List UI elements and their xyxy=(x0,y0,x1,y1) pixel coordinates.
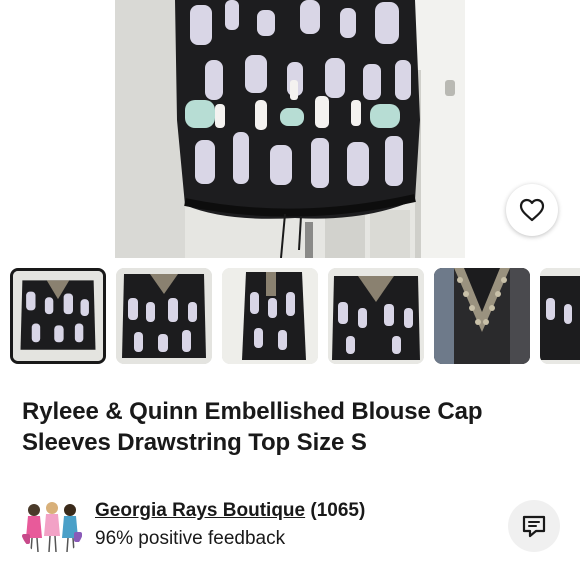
thumbnail-5-image xyxy=(434,268,530,364)
heart-outline-icon xyxy=(519,198,545,222)
thumbnail-4[interactable] xyxy=(328,268,424,364)
thumbnail-4-image xyxy=(328,268,424,364)
add-to-watchlist-button[interactable] xyxy=(506,184,558,236)
thumbnail-2-image xyxy=(116,268,212,364)
seller-name-line: Georgia Rays Boutique (1065) xyxy=(95,500,365,522)
seller-avatar[interactable] xyxy=(20,496,84,556)
product-image-area[interactable] xyxy=(0,0,580,258)
thumbnail-6[interactable] xyxy=(540,268,580,364)
thumbnail-6-image xyxy=(540,268,580,364)
thumbnail-1[interactable] xyxy=(10,268,106,364)
seller-name-link[interactable]: Georgia Rays Boutique xyxy=(95,500,305,521)
seller-avatar-image xyxy=(20,496,84,556)
thumbnail-5[interactable] xyxy=(434,268,530,364)
listing-title: Ryleee & Quinn Embellished Blouse Cap Sl… xyxy=(22,398,483,456)
seller-info: Georgia Rays Boutique (1065) 96% positiv… xyxy=(20,492,560,560)
message-icon xyxy=(522,515,546,538)
seller-feedback-count: (1065) xyxy=(310,500,366,521)
thumbnail-2[interactable] xyxy=(116,268,212,364)
thumbnail-3-image xyxy=(222,268,318,364)
thumbnail-1-image xyxy=(13,271,103,361)
thumbnail-3[interactable] xyxy=(222,268,318,364)
message-seller-button[interactable] xyxy=(508,500,560,552)
seller-positive-feedback: 96% positive feedback xyxy=(95,528,286,549)
product-main-image[interactable] xyxy=(115,0,465,258)
image-thumbnail-strip[interactable] xyxy=(0,264,580,364)
